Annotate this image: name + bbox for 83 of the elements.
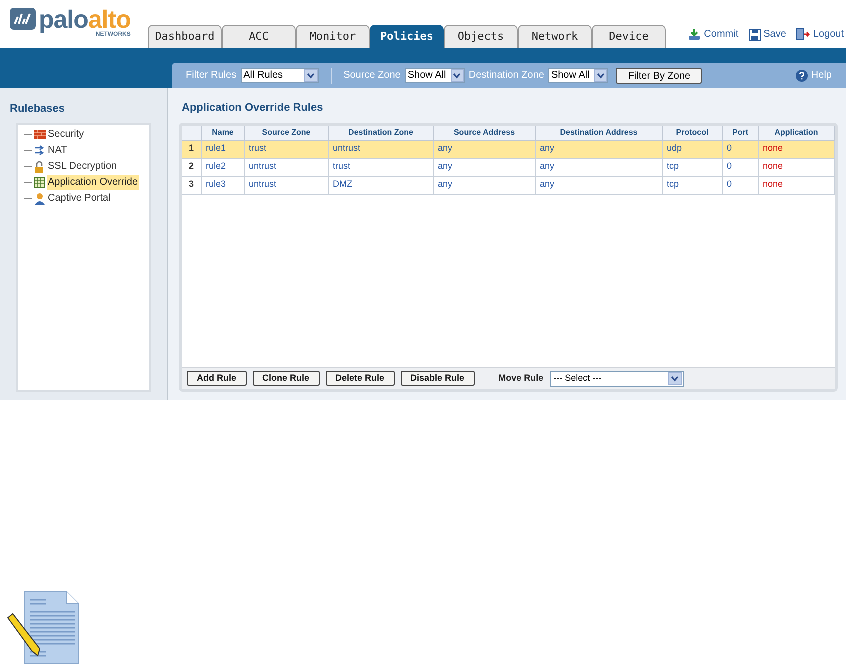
table-cell-text: 0	[727, 160, 732, 174]
table-cell-text: any	[438, 160, 453, 174]
tree-item[interactable]: Application Override	[47, 175, 140, 190]
arrows-icon	[34, 145, 46, 156]
source-zone-dropdown[interactable]: Show All	[404, 68, 465, 83]
table-cell-text: rule1	[206, 142, 226, 156]
row-number: 3	[188, 178, 194, 192]
table-cell-text: tcp	[667, 178, 680, 192]
dropdown-caret-icon	[668, 372, 682, 385]
table-cell-text: any	[540, 160, 555, 174]
nav-tab[interactable]: Objects	[444, 25, 518, 48]
table-row[interactable]: 2 rule2 untrust trust any any tcp 0 none	[182, 158, 835, 176]
column-header: Name	[202, 126, 245, 140]
table-cell-text: trust	[249, 142, 267, 156]
header-link[interactable]: Commit	[688, 27, 739, 42]
source-zone-label: Source Zone	[344, 69, 401, 83]
table-cell-text: none	[763, 142, 784, 156]
logo-wordmark: paloalto	[39, 8, 131, 32]
dropdown-caret-icon	[450, 69, 464, 82]
tree-item[interactable]: SSL Decryption	[47, 159, 118, 174]
move-rule-label: Move Rule	[498, 372, 544, 385]
action-button[interactable]: Disable Rule	[400, 371, 475, 386]
note-document-icon	[5, 590, 81, 664]
table-cell-text: any	[438, 142, 453, 156]
table-cell-text: 0	[727, 178, 732, 192]
column-header: Port	[723, 126, 759, 140]
filter-rules-dropdown[interactable]: All Rules	[240, 68, 319, 83]
column-header: Destination Address	[536, 126, 663, 140]
tree-item[interactable]: Captive Portal	[47, 191, 112, 206]
person-icon	[34, 192, 46, 204]
grid-icon	[34, 177, 45, 188]
table-cell-text: udp	[667, 142, 682, 156]
column-header: Source Zone	[245, 126, 329, 140]
action-button[interactable]: Clone Rule	[252, 371, 320, 386]
help-icon	[796, 70, 808, 82]
column-header: Source Address	[434, 126, 536, 140]
table-cell-text: rule3	[206, 178, 226, 192]
table-cell-text: untrust	[333, 142, 361, 156]
destination-zone-label: Destination Zone	[468, 69, 544, 83]
column-header: Protocol	[663, 126, 723, 140]
header-link[interactable]: Logout	[796, 27, 844, 42]
table-title: Application Override Rules	[182, 101, 324, 116]
table-cell-text: any	[438, 178, 453, 192]
padlock-icon	[34, 160, 45, 172]
table-cell-text: none	[763, 178, 784, 192]
brick-wall-icon	[34, 130, 46, 139]
table-cell-text: trust	[333, 160, 351, 174]
door-exit-icon	[796, 28, 810, 41]
table-cell-text: none	[763, 160, 784, 174]
column-header: Destination Zone	[329, 126, 434, 140]
header-link[interactable]: Save	[748, 27, 786, 42]
filter-by-zone-button[interactable]: Filter By Zone	[616, 68, 702, 84]
table-row[interactable]: 3 rule3 untrust DMZ any any tcp 0 none	[182, 176, 835, 194]
table-cell-text: 0	[727, 142, 732, 156]
row-number: 1	[188, 142, 194, 156]
dropdown-caret-icon	[594, 69, 608, 82]
table-cell-text: untrust	[249, 160, 277, 174]
tree-item[interactable]: NAT	[47, 143, 68, 158]
nav-tab[interactable]: Monitor	[296, 25, 370, 48]
nav-tab[interactable]: Network	[518, 25, 592, 48]
tree-item[interactable]: Security	[47, 127, 86, 142]
nav-tab[interactable]: ACC	[222, 25, 296, 48]
logo-icon	[10, 8, 36, 30]
nav-tab[interactable]: Dashboard	[148, 25, 222, 48]
column-header: Application	[759, 126, 835, 140]
nav-tab[interactable]: Policies	[370, 25, 444, 48]
row-number: 2	[188, 160, 194, 174]
table-cell-text: tcp	[667, 160, 680, 174]
action-button[interactable]: Add Rule	[187, 371, 246, 386]
table-cell-text: untrust	[249, 178, 277, 192]
filter-rules-label: Filter Rules	[186, 69, 237, 83]
action-button[interactable]: Delete Rule	[326, 371, 395, 386]
table-row[interactable]: 1 rule1 trust untrust any any udp 0 none	[182, 140, 835, 158]
destination-zone-dropdown[interactable]: Show All	[548, 68, 608, 83]
table-cell-text: any	[540, 178, 555, 192]
move-rule-dropdown[interactable]: --- Select ---	[550, 370, 684, 386]
table-cell-text: DMZ	[333, 178, 352, 192]
table-cell-text: any	[540, 142, 555, 156]
nav-tab[interactable]: Device	[592, 25, 666, 48]
table-cell-text: rule2	[206, 160, 226, 174]
download-tray-icon	[688, 28, 702, 41]
dropdown-caret-icon	[304, 69, 318, 82]
sidebar-title: Rulebases	[10, 102, 66, 117]
